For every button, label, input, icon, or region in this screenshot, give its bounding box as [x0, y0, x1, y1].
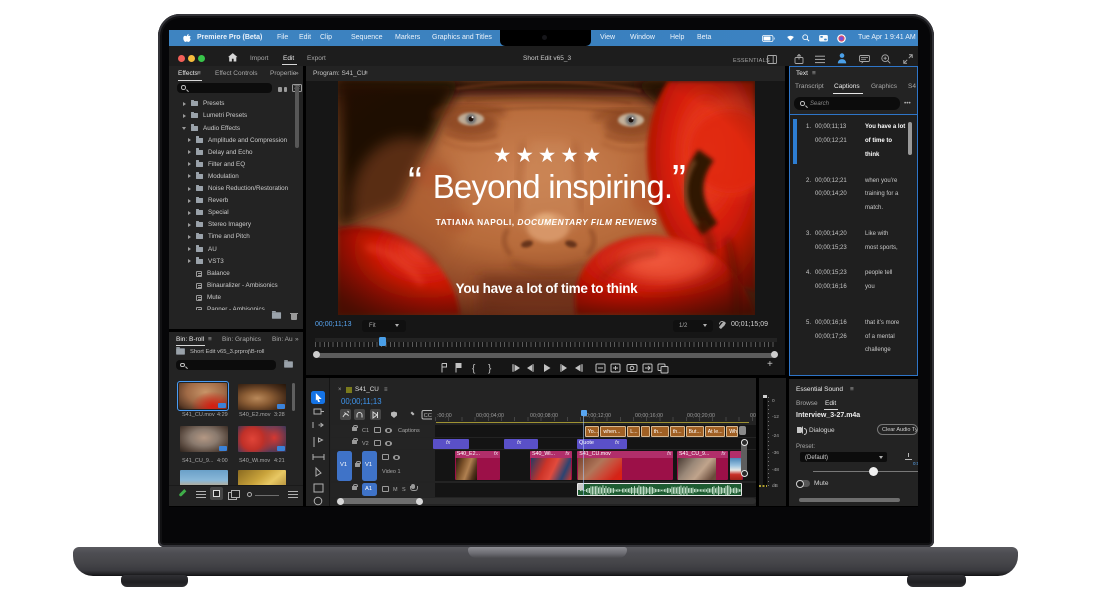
svg-text:CC: CC — [423, 413, 431, 419]
svg-text:{: { — [472, 364, 476, 375]
svg-text:}: } — [488, 364, 492, 375]
